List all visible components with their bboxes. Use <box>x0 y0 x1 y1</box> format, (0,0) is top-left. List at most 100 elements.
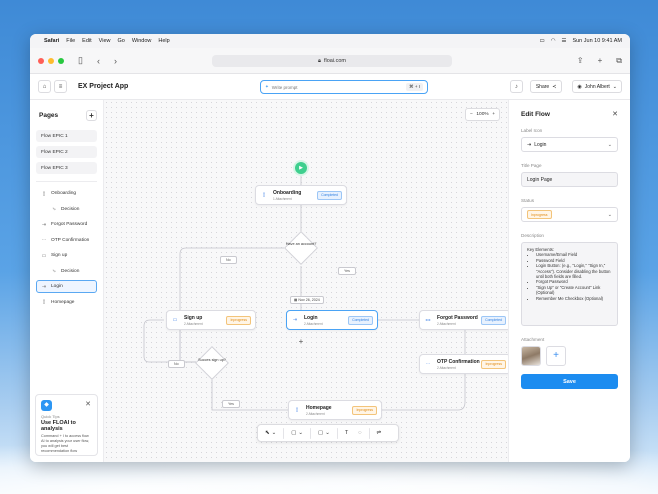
chevron-down-icon: ⌄ <box>607 141 612 148</box>
node-subtitle: 1 Attachment <box>273 196 292 201</box>
home-icon[interactable]: ⌂ <box>38 80 51 93</box>
add-page-button[interactable]: + <box>86 110 97 121</box>
flow-item-decision[interactable]: ⤷ Decision <box>36 203 97 216</box>
attachment-thumbnail[interactable] <box>521 346 541 366</box>
flow-item-onboarding[interactable]: ▯ Onboarding <box>36 187 97 200</box>
edge-label-yes: Yes <box>222 400 240 408</box>
battery-icon[interactable]: ▭ <box>540 38 545 44</box>
cursor-icon: ⬉ <box>265 430 270 436</box>
login-icon: ⇥ <box>527 141 532 148</box>
chevron-down-icon: ⌄ <box>612 83 617 90</box>
flow-item-otp-confirmation[interactable]: ⋯ OTP Confirmation <box>36 234 97 247</box>
control-center-icon[interactable]: ☰ <box>562 38 567 44</box>
tabs-overview-icon[interactable]: ⧉ <box>616 56 622 66</box>
share-browser-icon[interactable]: ⇪ <box>577 56 584 66</box>
address-bar[interactable]: 🔒︎ floai.com <box>212 55 452 67</box>
frame-tool[interactable]: ▢ ⌄ <box>288 428 306 439</box>
flow-item-forgot-password[interactable]: ⇥ Forgot Password <box>36 218 97 231</box>
node-title: OTP Confirmation <box>437 358 480 365</box>
node-sign-up[interactable]: ▭ Sign up 2 Attachment Inprogress <box>166 310 256 330</box>
menu-safari[interactable]: Safari <box>44 38 59 44</box>
page-item-epic-2[interactable]: Flow EPIC 2 <box>36 146 97 158</box>
close-icon[interactable]: ✕ <box>612 110 618 118</box>
flow-item-label: Homepage <box>51 299 75 305</box>
floai-logo-icon: ◆ <box>41 400 52 411</box>
flow-canvas[interactable]: − 100% + ▶ ▯ Onboarding 1 Attachment Com… <box>104 100 511 462</box>
page-item-epic-3[interactable]: Flow EPIC 3 <box>36 162 97 174</box>
comment-icon: ◌ <box>358 430 362 436</box>
page-item-epic-1[interactable]: Flow EPIC 1 <box>36 130 97 142</box>
app-header: ⌂ ≡ EX Project App ✦ Write prompt ⌘ + I … <box>30 74 630 100</box>
shape-tool[interactable]: ▢ ⌄ <box>315 428 333 439</box>
url-text: floai.com <box>323 58 346 64</box>
quick-tip-card: ◆ ✕ Quick Tips Use FLOAI to analysis Com… <box>35 394 98 456</box>
wifi-icon[interactable]: ◠ <box>551 38 556 44</box>
forward-icon[interactable]: › <box>114 56 117 66</box>
zoom-window-button[interactable] <box>58 57 64 64</box>
menu-edit[interactable]: Edit <box>82 38 91 44</box>
menu-go[interactable]: Go <box>117 38 124 44</box>
close-icon[interactable]: ✕ <box>85 400 91 408</box>
text-tool[interactable]: T <box>342 428 351 439</box>
node-login[interactable]: ⇥ Login 2 Attachment Completed <box>286 310 378 330</box>
sidebar-toggle-icon[interactable]: ▯ <box>78 55 83 66</box>
label-icon-select[interactable]: ⇥ Login ⌄ <box>521 137 618 152</box>
menu-icon[interactable]: ≡ <box>54 80 67 93</box>
flow-item-login[interactable]: ⇥ Login <box>36 280 97 293</box>
node-subtitle: 2 Attachment <box>306 411 325 416</box>
add-attachment-button[interactable]: + <box>546 346 566 366</box>
menu-window[interactable]: Window <box>132 38 152 44</box>
back-icon[interactable]: ‹ <box>97 56 100 66</box>
date-chip: ▦ Nov 26, 2024 <box>290 296 324 304</box>
chevron-down-icon: ⌄ <box>325 430 330 436</box>
flow-item-label: Onboarding <box>51 191 77 196</box>
new-tab-icon[interactable]: + <box>598 56 603 66</box>
status-badge: Completed <box>481 315 506 325</box>
os-menubar: Safari File Edit View Go Window Help ▭ ◠… <box>30 34 630 48</box>
screen-icon: ▯ <box>42 299 46 305</box>
share-button[interactable]: Share ≺ <box>529 80 563 93</box>
menu-view[interactable]: View <box>99 38 111 44</box>
description-textarea[interactable]: Key Elements: Username/Email Field Passw… <box>521 242 618 326</box>
description-list: Username/Email Field Password Field Logi… <box>533 252 612 301</box>
minimize-window-button[interactable] <box>48 57 54 64</box>
app-body: Pages + Flow EPIC 1 Flow EPIC 2 Flow EPI… <box>30 100 630 462</box>
flow-item-homepage[interactable]: ▯ Homepage <box>36 296 97 309</box>
notification-bell-icon[interactable]: ♪ <box>509 80 523 93</box>
menu-file[interactable]: File <box>66 38 75 44</box>
clock[interactable]: Sun Jun 10 9:41 AM <box>572 38 622 44</box>
menu-help[interactable]: Help <box>158 38 169 44</box>
edit-flow-panel: Edit Flow ✕ Label Icon ⇥ Login ⌄ Title P… <box>508 100 630 462</box>
comment-tool[interactable]: ◌ <box>355 428 364 439</box>
settings-tool[interactable]: ⇌ <box>374 428 385 439</box>
tip-kicker: Quick Tips <box>41 414 60 419</box>
close-window-button[interactable] <box>38 57 44 64</box>
flow-item-decision[interactable]: ⤷ Decision <box>36 265 97 278</box>
save-button[interactable]: Save <box>521 374 618 389</box>
window-controls <box>38 57 64 64</box>
node-forgot-password[interactable]: ⁎⁎ Forgot Password 2 Attachment Complete… <box>419 310 511 330</box>
branch-icon: ⤷ <box>52 268 56 274</box>
status-select[interactable]: Inprogress ⌄ <box>521 207 618 222</box>
edge-label-no: No <box>168 360 185 368</box>
title-page-input[interactable]: Login Page <box>521 172 618 187</box>
prompt-input[interactable]: ✦ Write prompt ⌘ + I <box>260 80 428 94</box>
screen-icon: ▯ <box>295 407 299 413</box>
status-badge: Completed <box>317 190 342 200</box>
flow-item-label: Sign up <box>51 253 68 258</box>
start-node-play-icon[interactable]: ▶ <box>295 162 307 174</box>
sidebar-divider <box>36 181 97 182</box>
otp-icon: ⋯ <box>41 237 47 243</box>
add-node-button[interactable]: + <box>297 338 305 346</box>
node-onboarding[interactable]: ▯ Onboarding 1 Attachment Completed <box>255 185 347 205</box>
node-homepage[interactable]: ▯ Homepage 2 Attachment Inprogress <box>288 400 382 420</box>
node-otp-confirmation[interactable]: ⋯ OTP Confirmation 2 Attachment Inprogre… <box>419 354 511 374</box>
pointer-tool[interactable]: ⬉ ⌄ <box>262 428 279 439</box>
shape-icon: ▢ <box>318 430 324 436</box>
node-subtitle: 2 Attachment <box>437 321 456 326</box>
description-item: Remember Me Checkbox (Optional) <box>536 296 612 301</box>
flow-item-label: OTP Confirmation <box>51 237 90 243</box>
flow-item-sign-up[interactable]: ▭ Sign up <box>36 249 97 262</box>
flow-item-label: Forgot Password <box>51 222 88 227</box>
user-menu[interactable]: ◉ John Albert ⌄ <box>572 80 622 93</box>
